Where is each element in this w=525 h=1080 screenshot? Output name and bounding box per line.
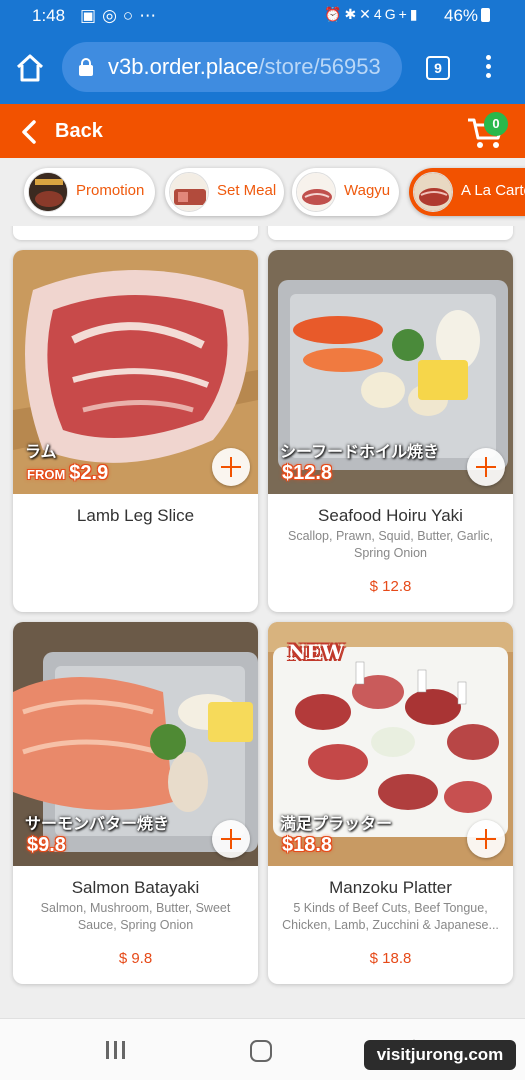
browser-home-button[interactable]	[14, 52, 46, 84]
more-dots-icon: ⋯	[139, 6, 163, 25]
browser-toolbar: v3b.order.place/store/56953 9	[0, 32, 525, 104]
category-thumbnail	[169, 172, 209, 212]
menu-dot-icon	[485, 73, 491, 78]
product-card-partial	[268, 226, 513, 240]
product-image-label: 満足プラッター	[280, 816, 393, 833]
status-time: 1:48	[32, 6, 66, 25]
product-image-price: $12.8	[282, 462, 332, 485]
image-price-value: $2.9	[69, 462, 109, 484]
a-la-carte-thumbnail-image	[414, 173, 452, 211]
image-price-value: $9.8	[27, 834, 66, 856]
tab-switcher-button[interactable]: 9	[426, 56, 450, 80]
category-label: Wagyu	[344, 182, 391, 199]
image-icon: ▣	[80, 6, 103, 25]
home-icon	[16, 54, 44, 82]
add-to-cart-button[interactable]	[467, 448, 505, 486]
lock-icon	[79, 58, 93, 76]
category-thumbnail	[296, 172, 336, 212]
wagyu-thumbnail-image	[297, 173, 335, 211]
back-label: Back	[55, 120, 103, 142]
status-bar: 1:48 ▣◎○⋯ ⏰✱✕4G+▮ 46%	[0, 0, 525, 32]
battery-indicator: 46%	[444, 6, 491, 26]
product-image-price: $9.8	[27, 834, 66, 857]
product-image-price: $18.8	[282, 834, 332, 857]
category-tab-set-meal[interactable]: Set Meal	[165, 168, 284, 216]
product-image-label: ラム	[25, 444, 57, 461]
url-host: v3b.order.place	[108, 54, 259, 79]
battery-icon	[481, 8, 491, 22]
product-card-seafood-hoiru-yaki[interactable]: シーフードホイル焼き $12.8 Seafood Hoiru Yaki Scal…	[268, 250, 513, 612]
status-right-icons: ⏰✱✕4G+▮	[324, 6, 420, 23]
product-description: 5 Kinds of Beef Cuts, Beef Tongue, Chick…	[282, 901, 499, 932]
recents-icon	[122, 1041, 125, 1059]
watermark: visitjurong.com	[364, 1040, 516, 1070]
product-name: Lamb Leg Slice	[76, 506, 195, 525]
category-tab-promotion[interactable]: Promotion	[24, 168, 155, 216]
menu-dot-icon	[485, 55, 491, 60]
product-price: $ 18.8	[369, 950, 412, 967]
network-4g-icon: 4G+	[373, 6, 410, 22]
home-button[interactable]	[250, 1040, 272, 1062]
price-prefix: FROM	[27, 467, 66, 482]
product-name: Manzoku Platter	[329, 878, 452, 897]
signal-icon: ▮	[409, 6, 421, 22]
recents-icon	[114, 1041, 117, 1059]
product-image-price: FROM $2.9	[27, 462, 108, 485]
product-name: Salmon Batayaki	[71, 878, 200, 897]
recents-icon	[106, 1041, 109, 1059]
set-meal-thumbnail-image	[170, 173, 208, 211]
category-thumbnail	[413, 172, 453, 212]
category-label: Set Meal	[217, 182, 277, 199]
promotion-thumbnail-image	[29, 173, 67, 211]
whatsapp-icon: ◎	[102, 6, 123, 25]
product-description	[23, 528, 248, 562]
product-card-lamb-leg-slice[interactable]: ラム FROM $2.9 Lamb Leg Slice	[13, 250, 258, 612]
image-price-value: $12.8	[282, 462, 333, 484]
category-tab-a-la-carte[interactable]: A La Carte	[409, 168, 525, 216]
product-card-partial	[13, 226, 258, 240]
product-price: $ 12.8	[369, 578, 412, 595]
url-path: /store/56953	[258, 54, 381, 79]
category-label: A La Carte	[461, 182, 525, 199]
category-label: Promotion	[76, 182, 145, 199]
recents-button[interactable]	[104, 1041, 128, 1061]
cart-count-badge: 0	[484, 112, 508, 136]
bluetooth-icon: ✱	[344, 6, 360, 22]
browser-menu-button[interactable]	[478, 52, 498, 82]
battery-level: 46%	[444, 6, 479, 25]
product-description: Scallop, Prawn, Squid, Butter, Garlic, S…	[288, 529, 493, 560]
product-name: Seafood Hoiru Yaki	[318, 506, 463, 525]
product-price: $ 9.8	[118, 950, 153, 967]
add-to-cart-button[interactable]	[212, 448, 250, 486]
product-image-label: シーフードホイル焼き	[280, 444, 440, 461]
url-text: v3b.order.place/store/56953	[108, 42, 381, 92]
product-card-salmon-batayaki[interactable]: サーモンバター焼き $9.8 Salmon Batayaki Salmon, M…	[13, 622, 258, 984]
product-grid: ラム FROM $2.9 Lamb Leg Slice シーフードホイル焼き $1…	[0, 226, 525, 1018]
app-header: Back	[0, 104, 525, 158]
product-card-manzoku-platter[interactable]: NEW 満足プラッター $18.8 Manzoku Platter 5 Kind…	[268, 622, 513, 984]
address-bar[interactable]: v3b.order.place/store/56953	[62, 42, 402, 92]
circle-icon: ○	[122, 6, 140, 25]
category-tab-wagyu[interactable]: Wagyu	[292, 168, 399, 216]
alarm-icon: ⏰	[324, 6, 345, 22]
menu-dot-icon	[485, 64, 491, 69]
new-badge: NEW	[288, 640, 344, 664]
category-tabs: Promotion Set Meal Wagyu A La Carte	[0, 158, 525, 226]
product-description: Salmon, Mushroom, Butter, Sweet Sauce, S…	[40, 901, 231, 932]
chevron-left-icon	[22, 120, 36, 144]
image-price-value: $18.8	[282, 834, 333, 856]
status-left-icons: ▣◎○⋯	[80, 6, 162, 26]
product-image-label: サーモンバター焼き	[25, 816, 170, 833]
add-to-cart-button[interactable]	[467, 820, 505, 858]
mute-icon: ✕	[359, 6, 374, 22]
category-thumbnail	[28, 172, 68, 212]
add-to-cart-button[interactable]	[212, 820, 250, 858]
